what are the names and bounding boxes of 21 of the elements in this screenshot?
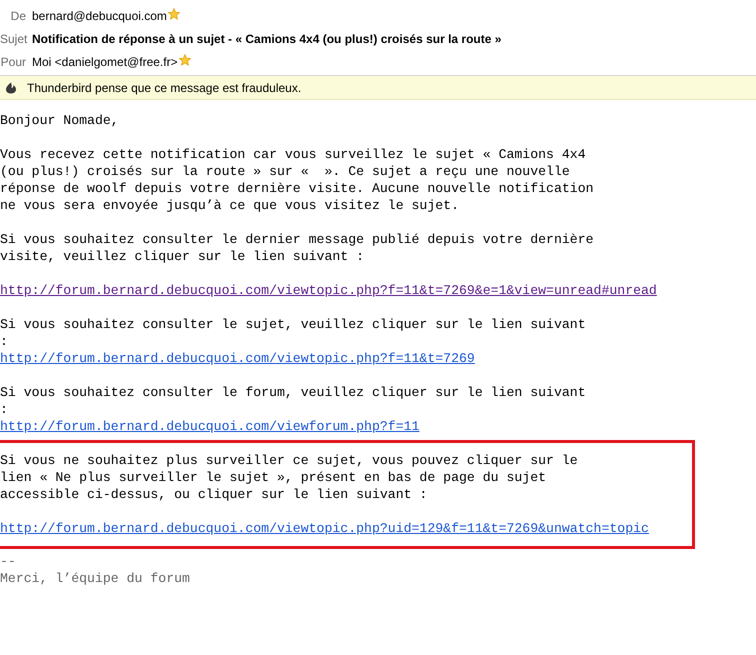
message-text: Si vous souhaitez consulter le forum, veuillez cliquer sur le lien suivant :	[0, 384, 587, 418]
star-icon[interactable]	[168, 8, 180, 20]
header-label: Sujet	[0, 32, 26, 46]
message-text: Vous recevez cette notification car vous surveillez le sujet « Camions 4x4 (ou plus!) croisés sur la route » sur « ». Ce sujet a reçu une nouvelle réponse de woolf depuis votre dernière visite. Aucune nouvelle notification ne vous sera envoyée jusqu’à ce que vous visitez le sujet.	[0, 146, 595, 214]
header-value: Moi <danielgomet@free.fr>	[32, 54, 178, 68]
message-text: Bonjour Nomade,	[0, 112, 120, 129]
header-value: bernard@debucquoi.com	[32, 8, 167, 22]
header-label: Pour	[0, 54, 26, 68]
message-link[interactable]: http://forum.bernard.debucquoi.com/viewtopic.php?uid=129&f=11&t=7269&unwatch=topic	[0, 521, 649, 536]
flame-icon	[5, 82, 17, 94]
notification-text: Thunderbird pense que ce message est frauduleux.	[27, 80, 302, 94]
header-value: Notification de réponse à un sujet - « Camions 4x4 (ou plus!) croisés sur la route »	[32, 32, 502, 46]
star-icon[interactable]	[178, 54, 191, 66]
header-label: De	[10, 8, 26, 22]
message-link[interactable]: http://forum.bernard.debucquoi.com/viewtopic.php?f=11&t=7269&e=1&view=unread#unread	[0, 283, 657, 298]
message-link[interactable]: http://forum.bernard.debucquoi.com/viewforum.php?f=11	[0, 419, 420, 434]
message-text: -- Merci, l’équipe du forum	[0, 553, 191, 587]
message-text: Si vous souhaitez consulter le sujet, veuillez cliquer sur le lien suivant :	[0, 316, 587, 350]
message-text: Si vous ne souhaitez plus surveiller ce sujet, vous pouvez cliquer sur le lien « Ne plus surveiller le sujet », présent en bas de page du sujet accessible ci-dessus, ou cliquer sur le lien suivant :	[0, 452, 579, 503]
message-link[interactable]: http://forum.bernard.debucquoi.com/viewtopic.php?f=11&t=7269	[0, 351, 475, 366]
message-text: Si vous souhaitez consulter le dernier message publié depuis votre dernière visite, veuillez cliquer sur le lien suivant :	[0, 231, 595, 265]
